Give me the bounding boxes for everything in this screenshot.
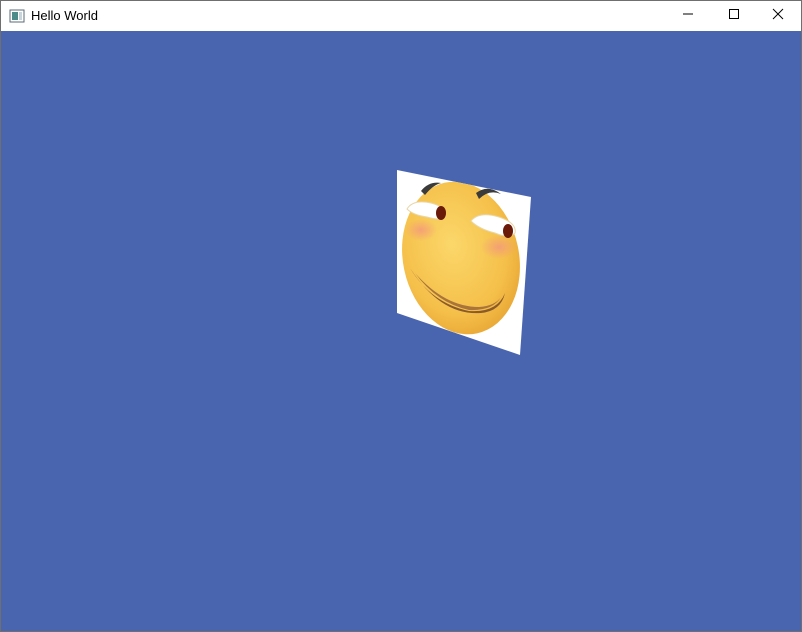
- window-app-icon: [9, 8, 25, 24]
- minimize-icon: [682, 7, 694, 25]
- maximize-icon: [728, 7, 740, 25]
- render-viewport[interactable]: [1, 31, 801, 631]
- window-title: Hello World: [31, 8, 98, 23]
- close-icon: [772, 7, 784, 25]
- title-bar[interactable]: Hello World: [1, 1, 801, 31]
- app-window: Hello World: [0, 0, 802, 632]
- minimize-button[interactable]: [665, 1, 711, 31]
- maximize-button[interactable]: [711, 1, 757, 31]
- close-button[interactable]: [755, 1, 801, 31]
- textured-quad: [397, 170, 531, 355]
